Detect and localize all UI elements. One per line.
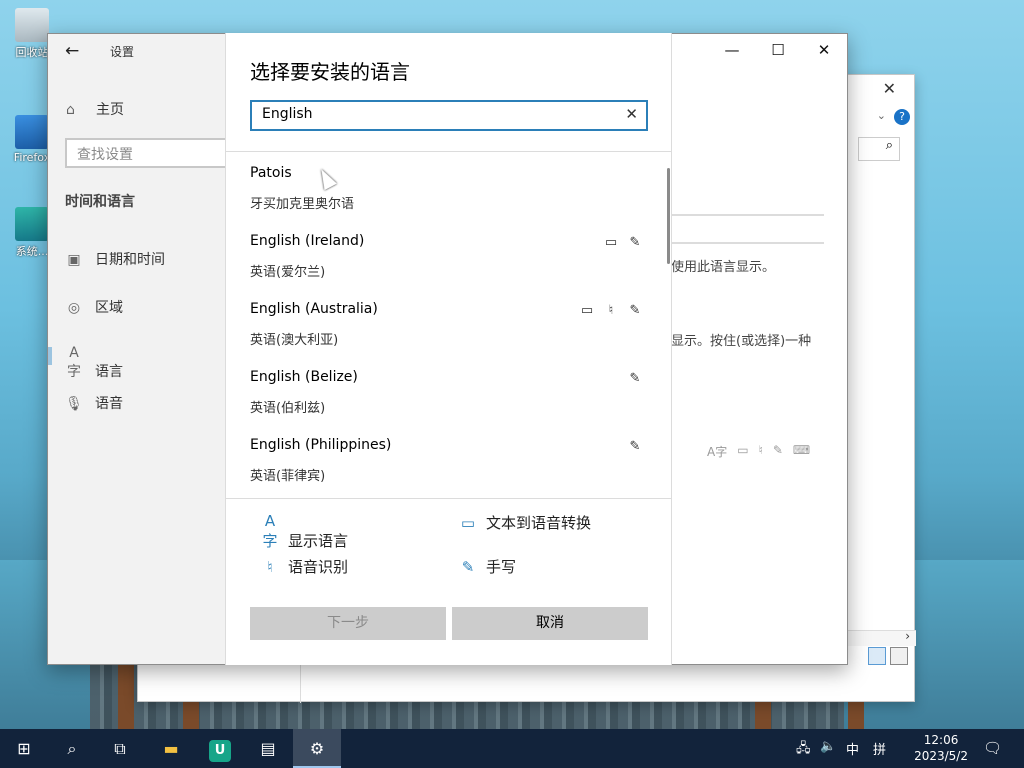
app-u-icon[interactable]: U (196, 729, 244, 768)
section-title: 时间和语言 (65, 194, 135, 210)
app-title: 设置 (110, 45, 135, 59)
date: 2023/5/2 (914, 749, 968, 763)
language-icon: A字 (707, 445, 728, 459)
legend-display-language: A字 显示语言 (260, 512, 348, 551)
tts-icon: ▭ (460, 514, 476, 532)
nav-home[interactable]: ⌂ 主页 (66, 99, 216, 119)
search-icon[interactable]: ⌕ (48, 729, 96, 768)
firefox-icon (15, 115, 49, 149)
tts-icon: ▭ (604, 235, 618, 250)
close-icon[interactable]: ✕ (883, 79, 896, 98)
next-button[interactable]: 下一步 (250, 607, 446, 640)
control-panel-icon[interactable]: ▤ (244, 729, 292, 768)
recycle-bin-icon (15, 8, 49, 42)
desktop-icon-system[interactable]: 系统... (12, 207, 52, 259)
maximize-icon[interactable]: ☐ (755, 34, 801, 66)
pier-post (118, 664, 134, 730)
minimize-icon[interactable]: — (709, 34, 755, 66)
back-arrow-icon[interactable]: ← (65, 41, 79, 61)
list-item[interactable]: English (Belize) 英语(伯利兹) ✎ (226, 365, 666, 433)
divider (226, 151, 671, 152)
feature-icons-row: A字 ▭ ♮ ✎ ⌨ (707, 443, 810, 460)
handwriting-icon: ✎ (772, 443, 783, 457)
language-search-input[interactable]: English ✕ (250, 100, 648, 131)
keyboard-icon: ⌨ (792, 443, 811, 457)
divider (226, 498, 671, 499)
start-button[interactable]: ⊞ (0, 729, 48, 768)
list-item[interactable]: English (Ireland) 英语(爱尔兰) ▭ ✎ (226, 229, 666, 297)
handwriting-icon: ✎ (461, 558, 475, 576)
taskbar: ⊞ ⌕ ⧉ ▬ U ▤ ⚙ 🖧 🔈 中 拼 12:06 2023/5/2 🗨 (0, 729, 1024, 768)
list-item[interactable]: Patois 牙买加克里奥尔语 (226, 161, 666, 229)
clock[interactable]: 12:06 2023/5/2 (914, 732, 968, 764)
task-view-icon[interactable]: ⧉ (96, 729, 144, 768)
microphone-icon: 🎙 (65, 396, 83, 412)
details-view-icon[interactable] (868, 647, 886, 665)
microphone-icon: ♮ (608, 303, 614, 318)
clear-icon[interactable]: ✕ (625, 105, 638, 123)
language-icon: A字 (262, 512, 278, 550)
desktop-icon-firefox[interactable]: Firefox (12, 115, 52, 164)
home-icon: ⌂ (66, 102, 75, 118)
tts-icon: ▭ (737, 443, 749, 457)
nav-item-speech[interactable]: 🎙 语音 (65, 393, 215, 413)
system-app-icon (15, 207, 49, 241)
nav-home-label: 主页 (96, 102, 124, 118)
nav-pane-bottom (138, 665, 301, 703)
notification-icon[interactable]: 🗨 (983, 739, 1002, 757)
legend-tts: ▭ 文本到语音转换 (458, 512, 591, 533)
thumbnail-view-icon[interactable] (890, 647, 908, 665)
file-explorer-icon[interactable]: ▬ (147, 729, 195, 768)
list-item[interactable]: English (Australia) 英语(澳大利亚) ▭ ♮ ✎ (226, 297, 666, 365)
tts-icon: ▭ (580, 303, 594, 318)
list-item[interactable]: English (Philippines) 英语(菲律宾) ✎ (226, 433, 666, 498)
settings-content-peek: — ☐ ✕ 使用此语言显示。 显示。按住(或选择)一种 A字 ▭ ♮ ✎ ⌨ (671, 34, 847, 664)
handwriting-icon: ✎ (629, 235, 641, 250)
search-value: English (262, 106, 313, 122)
handwriting-icon: ✎ (629, 371, 641, 386)
close-icon[interactable]: ✕ (801, 34, 847, 66)
keyboard-layout-indicator[interactable]: 拼 (873, 739, 886, 758)
dialog-title: 选择要安装的语言 (250, 60, 410, 84)
chevron-right-icon[interactable]: › (905, 629, 910, 643)
peek-text: 使用此语言显示。 (671, 260, 776, 275)
legend-speech: ♮ 语音识别 (260, 556, 348, 577)
globe-icon: ◎ (67, 300, 81, 316)
list-scrollbar[interactable] (667, 168, 670, 264)
language-icon: A字 (67, 345, 81, 380)
help-icon[interactable]: ? (894, 109, 910, 125)
network-icon[interactable]: 🖧 (796, 739, 811, 761)
partial-input[interactable] (671, 214, 824, 244)
ime-indicator[interactable]: 中 (846, 739, 859, 758)
nav-item-language[interactable]: A字 语言 (48, 345, 215, 381)
chevron-down-icon[interactable]: ⌄ (877, 109, 886, 122)
handwriting-icon: ✎ (629, 439, 641, 454)
legend-handwriting: ✎ 手写 (458, 556, 516, 577)
choose-language-dialog: 选择要安装的语言 English ✕ Patois 牙买加克里奥尔语 Engli… (225, 33, 672, 665)
time: 12:06 (923, 733, 959, 747)
language-list[interactable]: Patois 牙买加克里奥尔语 English (Ireland) 英语(爱尔兰… (226, 153, 672, 498)
nav-item-date-time[interactable]: ▣ 日期和时间 (65, 249, 215, 269)
microphone-icon: ♮ (267, 558, 273, 576)
settings-sidebar: ← 设置 ⌂ 主页 查找设置 时间和语言 ▣ 日期和时间 ◎ 区域 A字 语言 🎙 语音 (48, 34, 235, 664)
calendar-clock-icon: ▣ (67, 252, 81, 268)
settings-gear-icon[interactable]: ⚙ (293, 729, 341, 768)
search-icon[interactable]: ⌕ (858, 137, 900, 161)
settings-search-input[interactable]: 查找设置 (65, 138, 235, 168)
handwriting-icon: ✎ (629, 303, 641, 318)
peek-text: 显示。按住(或选择)一种 (671, 334, 812, 349)
desktop-icon-recycle-bin[interactable]: 回收站 (12, 8, 52, 60)
volume-muted-icon[interactable]: 🔈 (820, 739, 836, 754)
cancel-button[interactable]: 取消 (452, 607, 648, 640)
microphone-icon: ♮ (758, 443, 763, 457)
nav-item-region[interactable]: ◎ 区域 (65, 297, 215, 317)
window-caption-buttons: — ☐ ✕ (709, 34, 847, 66)
